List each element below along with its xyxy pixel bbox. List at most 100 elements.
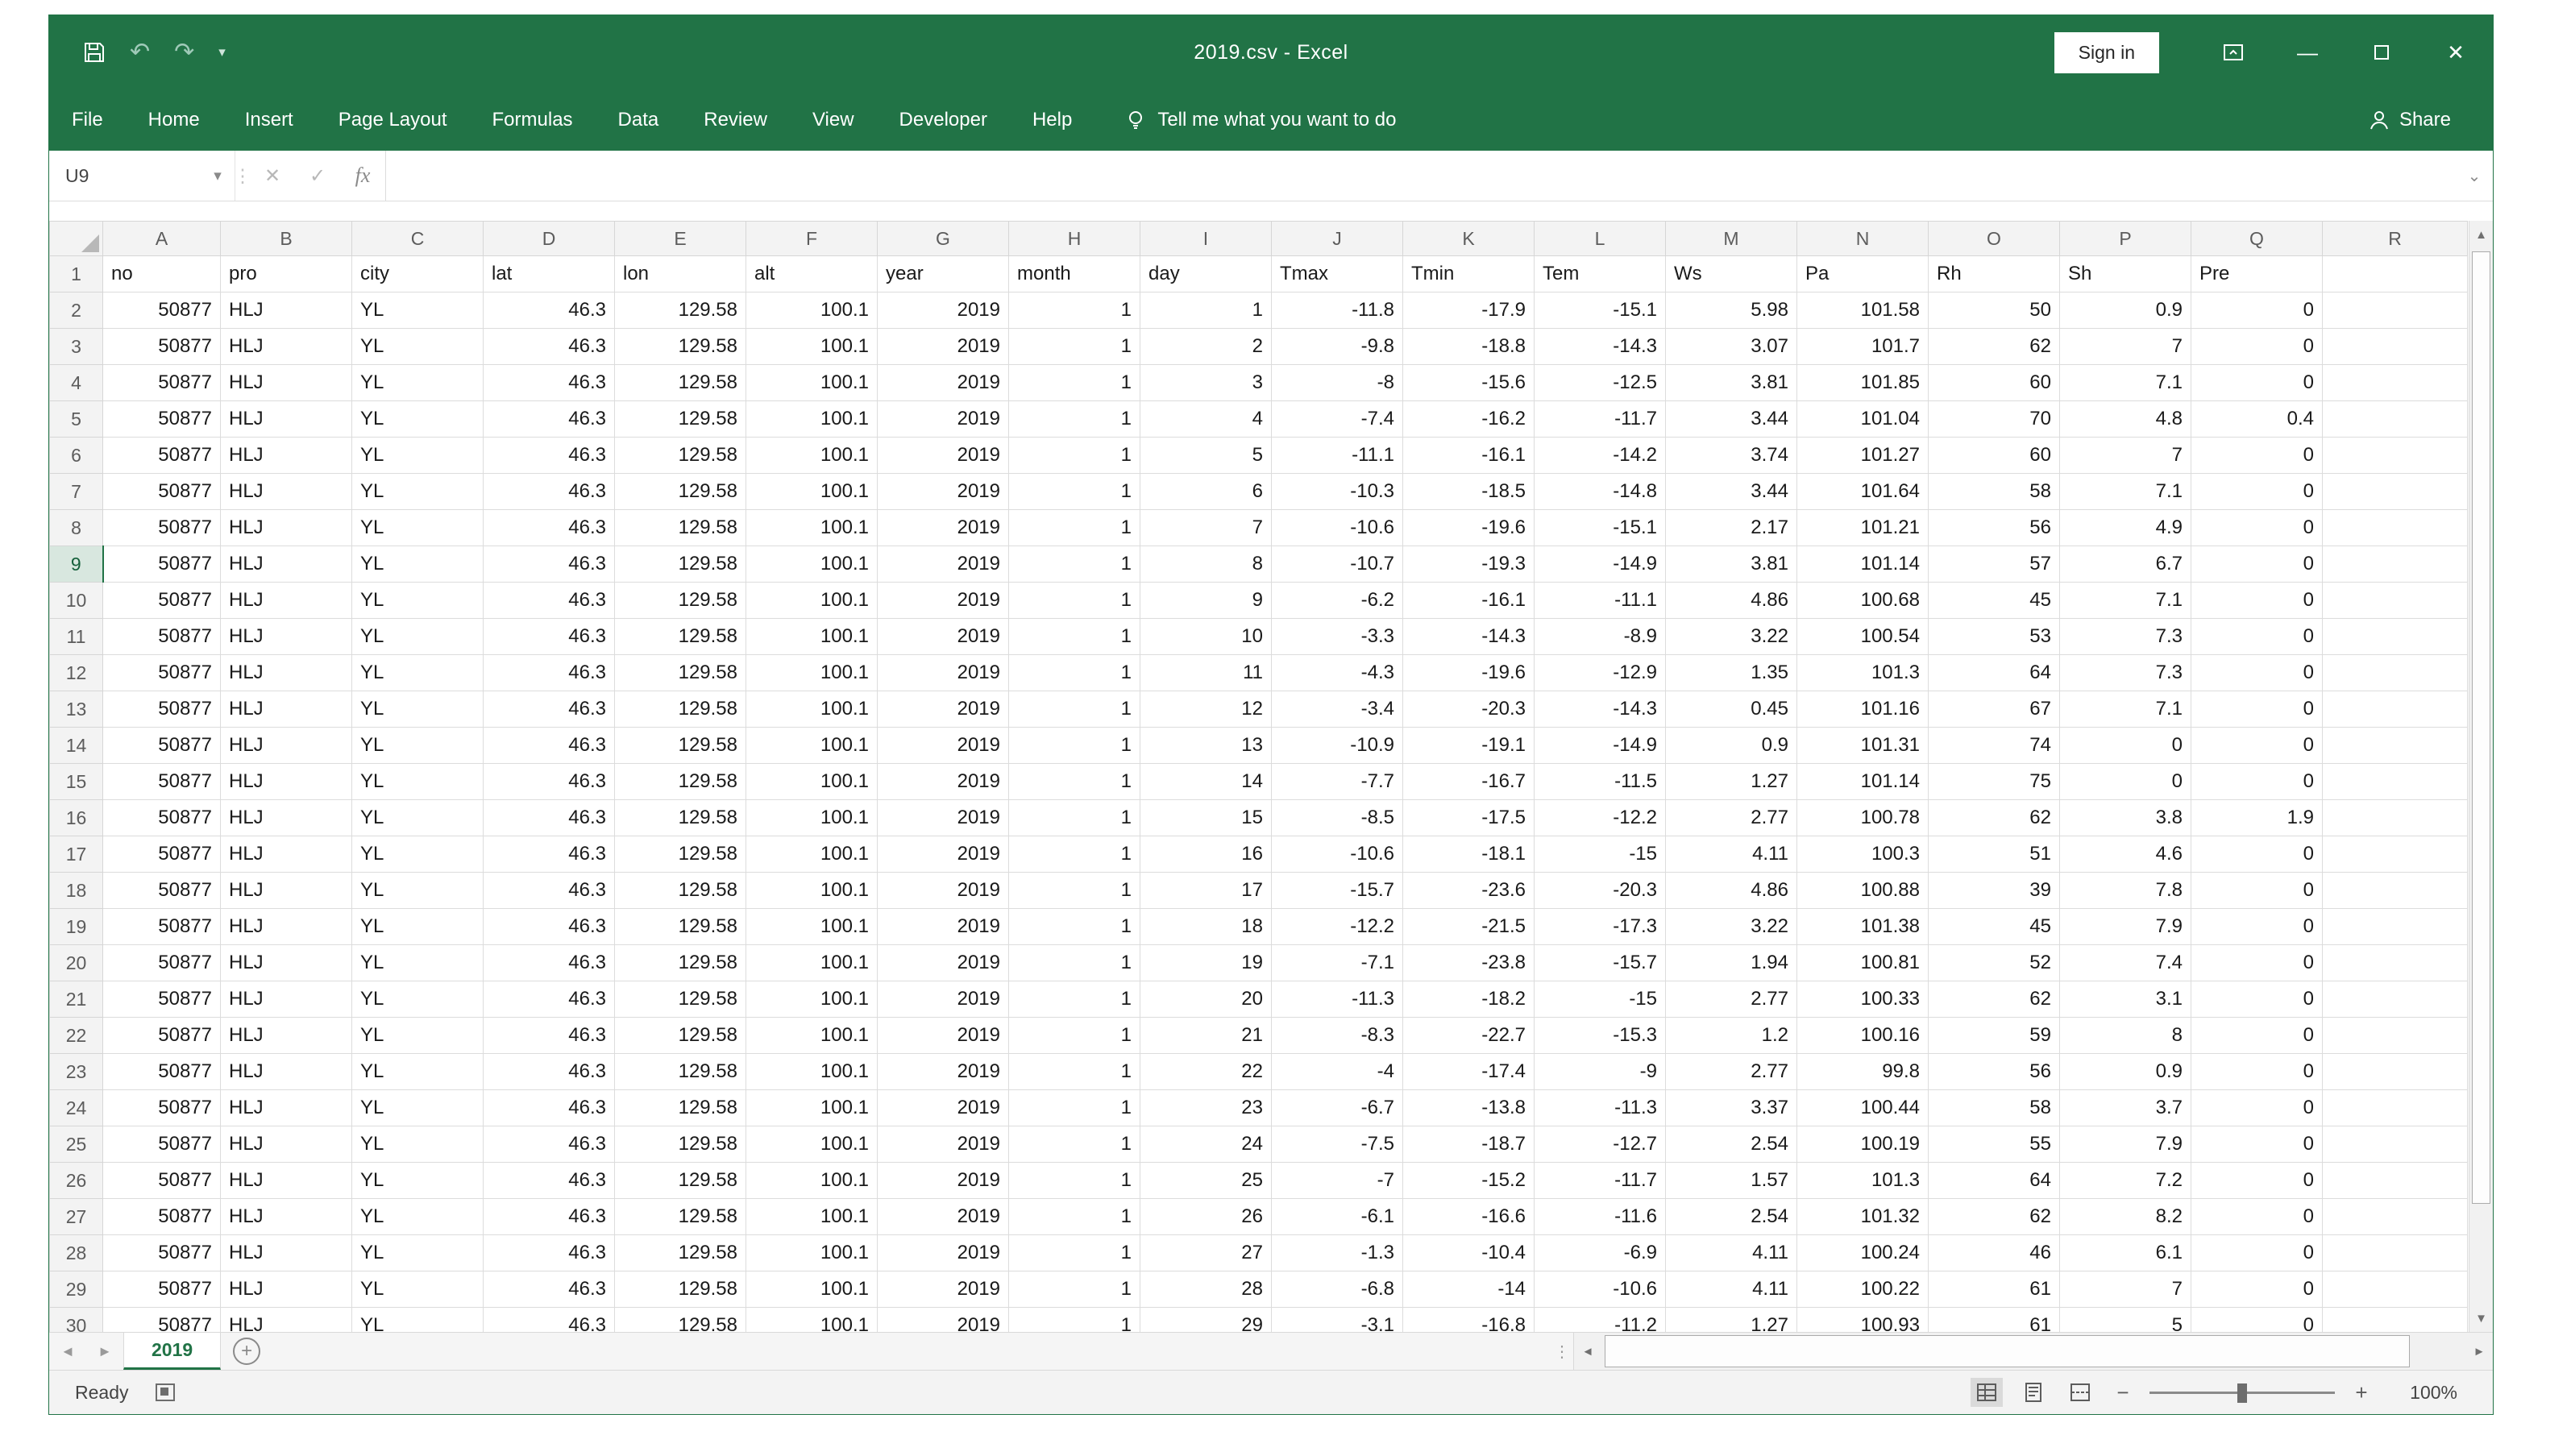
cell-M7[interactable]: 3.44 (1666, 474, 1797, 510)
cell-J26[interactable]: -7 (1272, 1163, 1403, 1199)
cell-H5[interactable]: 1 (1009, 401, 1140, 438)
cell-P17[interactable]: 4.6 (2060, 836, 2191, 873)
cell-A3[interactable]: 50877 (103, 329, 221, 365)
cell-M25[interactable]: 2.54 (1666, 1126, 1797, 1163)
cell-Q21[interactable]: 0 (2191, 981, 2323, 1018)
ribbon-tab-data[interactable]: Data (596, 89, 682, 151)
cell-Q9[interactable]: 0 (2191, 546, 2323, 583)
column-header-O[interactable]: O (1929, 222, 2060, 256)
cell-P25[interactable]: 7.9 (2060, 1126, 2191, 1163)
cell-P22[interactable]: 8 (2060, 1018, 2191, 1054)
cell-Q5[interactable]: 0.4 (2191, 401, 2323, 438)
cell-H24[interactable]: 1 (1009, 1090, 1140, 1126)
cell-K12[interactable]: -19.6 (1403, 655, 1535, 691)
cell-L23[interactable]: -9 (1535, 1054, 1666, 1090)
cell-P11[interactable]: 7.3 (2060, 619, 2191, 655)
cell-G17[interactable]: 2019 (878, 836, 1009, 873)
cell-K22[interactable]: -22.7 (1403, 1018, 1535, 1054)
cell-N6[interactable]: 101.27 (1797, 438, 1929, 474)
cell-D25[interactable]: 46.3 (484, 1126, 615, 1163)
cell-L22[interactable]: -15.3 (1535, 1018, 1666, 1054)
cell-H22[interactable]: 1 (1009, 1018, 1140, 1054)
row-header-11[interactable]: 11 (50, 619, 103, 655)
cell-O29[interactable]: 61 (1929, 1271, 2060, 1308)
cell-Q15[interactable]: 0 (2191, 764, 2323, 800)
scroll-left-icon[interactable]: ◄ (1574, 1333, 1601, 1370)
cell-B20[interactable]: HLJ (221, 945, 352, 981)
cell-R14[interactable] (2323, 728, 2468, 764)
column-header-C[interactable]: C (352, 222, 484, 256)
column-header-F[interactable]: F (746, 222, 878, 256)
new-sheet-button[interactable]: + (221, 1333, 272, 1370)
cell-H29[interactable]: 1 (1009, 1271, 1140, 1308)
cell-G6[interactable]: 2019 (878, 438, 1009, 474)
cell-R24[interactable] (2323, 1090, 2468, 1126)
cell-K24[interactable]: -13.8 (1403, 1090, 1535, 1126)
cell-J20[interactable]: -7.1 (1272, 945, 1403, 981)
redo-icon[interactable]: ↷ (174, 40, 194, 64)
cell-O26[interactable]: 64 (1929, 1163, 2060, 1199)
cell-F4[interactable]: 100.1 (746, 365, 878, 401)
cell-O3[interactable]: 62 (1929, 329, 2060, 365)
row-header-3[interactable]: 3 (50, 329, 103, 365)
cell-N18[interactable]: 100.88 (1797, 873, 1929, 909)
sign-in-button[interactable]: Sign in (2054, 32, 2159, 73)
cell-R21[interactable] (2323, 981, 2468, 1018)
cell-F29[interactable]: 100.1 (746, 1271, 878, 1308)
cell-D20[interactable]: 46.3 (484, 945, 615, 981)
cell-N25[interactable]: 100.19 (1797, 1126, 1929, 1163)
cell-D30[interactable]: 46.3 (484, 1308, 615, 1333)
cell-H18[interactable]: 1 (1009, 873, 1140, 909)
cell-P1[interactable]: Sh (2060, 256, 2191, 292)
cell-I30[interactable]: 29 (1140, 1308, 1272, 1333)
ribbon-tab-help[interactable]: Help (1010, 89, 1094, 151)
column-header-J[interactable]: J (1272, 222, 1403, 256)
ribbon-tab-insert[interactable]: Insert (222, 89, 316, 151)
cell-D26[interactable]: 46.3 (484, 1163, 615, 1199)
cell-J16[interactable]: -8.5 (1272, 800, 1403, 836)
cell-H1[interactable]: month (1009, 256, 1140, 292)
cell-C3[interactable]: YL (352, 329, 484, 365)
cell-J6[interactable]: -11.1 (1272, 438, 1403, 474)
cell-F25[interactable]: 100.1 (746, 1126, 878, 1163)
cell-I13[interactable]: 12 (1140, 691, 1272, 728)
cell-D15[interactable]: 46.3 (484, 764, 615, 800)
cell-N23[interactable]: 99.8 (1797, 1054, 1929, 1090)
cell-M24[interactable]: 3.37 (1666, 1090, 1797, 1126)
cell-Q2[interactable]: 0 (2191, 292, 2323, 329)
cell-Q17[interactable]: 0 (2191, 836, 2323, 873)
cell-P13[interactable]: 7.1 (2060, 691, 2191, 728)
cell-A13[interactable]: 50877 (103, 691, 221, 728)
share-button[interactable]: Share (2369, 89, 2451, 151)
cell-N4[interactable]: 101.85 (1797, 365, 1929, 401)
cell-I3[interactable]: 2 (1140, 329, 1272, 365)
cell-A21[interactable]: 50877 (103, 981, 221, 1018)
cell-R23[interactable] (2323, 1054, 2468, 1090)
cell-K8[interactable]: -19.6 (1403, 510, 1535, 546)
cell-G2[interactable]: 2019 (878, 292, 1009, 329)
cell-I17[interactable]: 16 (1140, 836, 1272, 873)
cell-G1[interactable]: year (878, 256, 1009, 292)
cell-M3[interactable]: 3.07 (1666, 329, 1797, 365)
cell-O10[interactable]: 45 (1929, 583, 2060, 619)
scroll-right-icon[interactable]: ► (2465, 1333, 2493, 1370)
cell-M26[interactable]: 1.57 (1666, 1163, 1797, 1199)
cell-O9[interactable]: 57 (1929, 546, 2060, 583)
row-header-28[interactable]: 28 (50, 1235, 103, 1271)
cell-J12[interactable]: -4.3 (1272, 655, 1403, 691)
cell-P5[interactable]: 4.8 (2060, 401, 2191, 438)
cell-F9[interactable]: 100.1 (746, 546, 878, 583)
cell-E6[interactable]: 129.58 (615, 438, 746, 474)
cell-J13[interactable]: -3.4 (1272, 691, 1403, 728)
cell-F26[interactable]: 100.1 (746, 1163, 878, 1199)
cell-K11[interactable]: -14.3 (1403, 619, 1535, 655)
cell-R6[interactable] (2323, 438, 2468, 474)
cell-P27[interactable]: 8.2 (2060, 1199, 2191, 1235)
cell-A18[interactable]: 50877 (103, 873, 221, 909)
cell-N27[interactable]: 101.32 (1797, 1199, 1929, 1235)
cell-I27[interactable]: 26 (1140, 1199, 1272, 1235)
cell-K9[interactable]: -19.3 (1403, 546, 1535, 583)
cell-Q10[interactable]: 0 (2191, 583, 2323, 619)
cell-E21[interactable]: 129.58 (615, 981, 746, 1018)
cell-B27[interactable]: HLJ (221, 1199, 352, 1235)
